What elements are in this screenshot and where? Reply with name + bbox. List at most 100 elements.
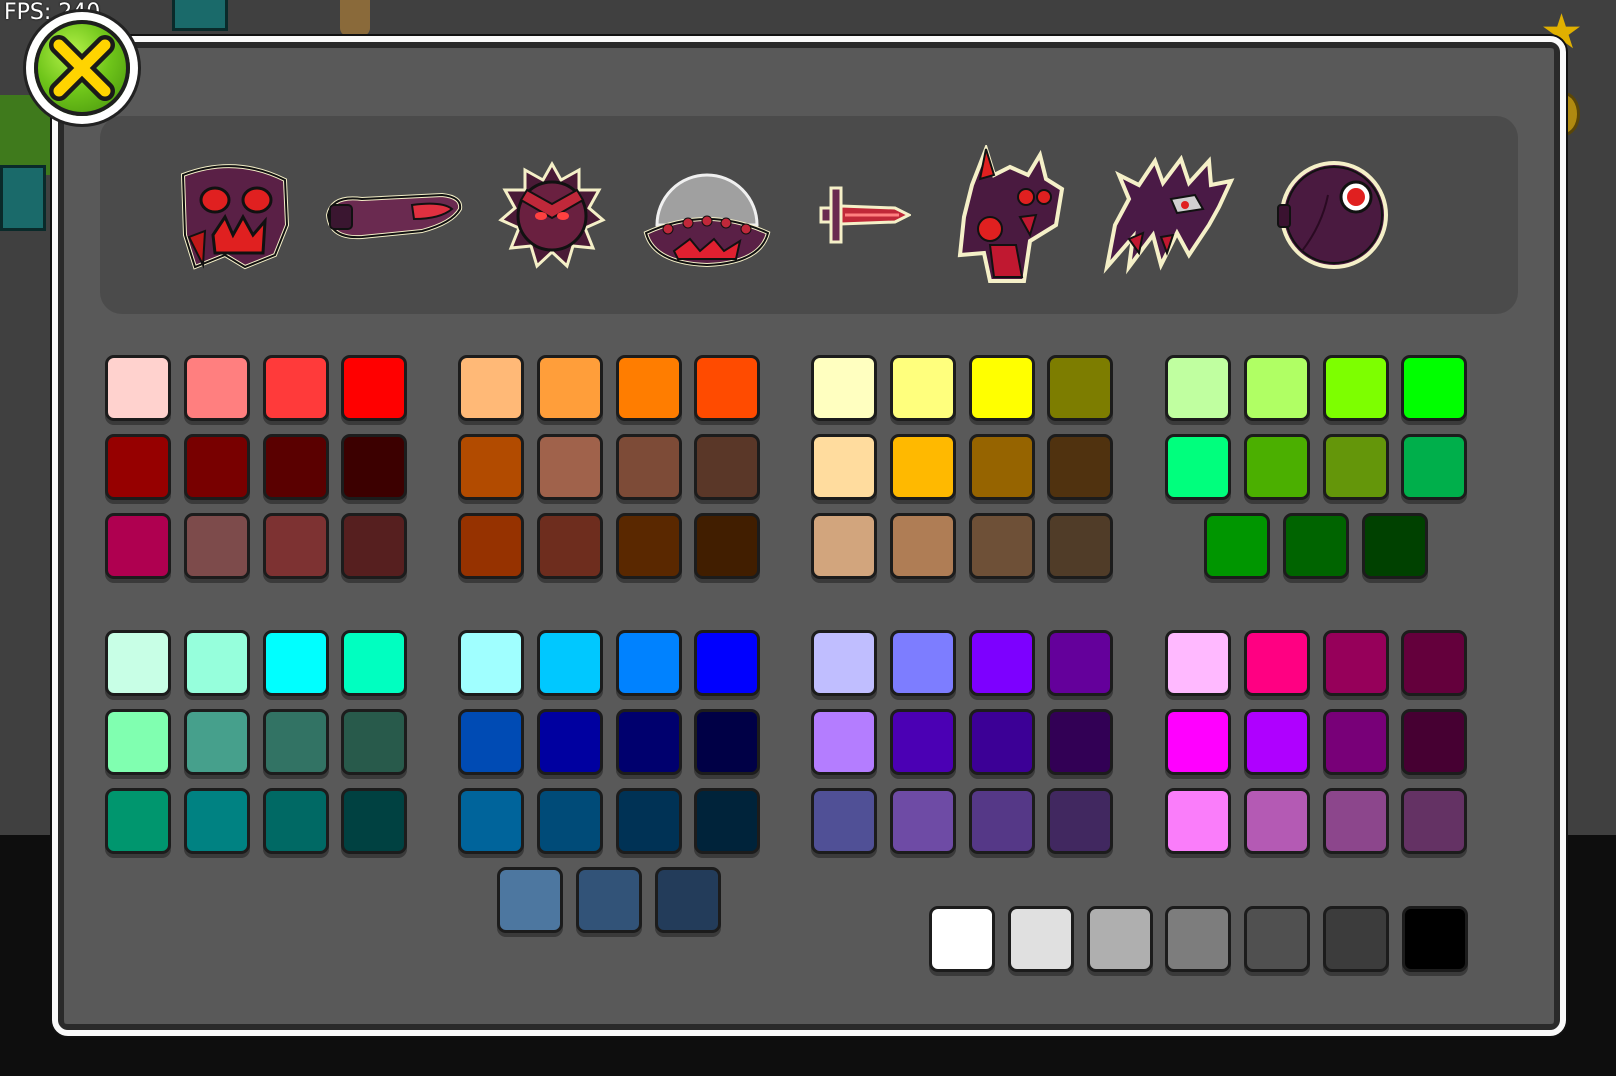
color-swatch[interactable] [1047,630,1114,696]
color-swatch[interactable] [105,355,171,421]
color-swatch[interactable] [1047,788,1114,854]
icon-slot[interactable] [946,116,1074,314]
color-swatch[interactable] [105,709,171,775]
color-swatch[interactable] [694,788,761,854]
color-swatch[interactable] [929,906,995,972]
color-swatch[interactable] [1401,630,1468,696]
color-swatch[interactable] [889,788,956,854]
color-swatch[interactable] [1322,355,1389,421]
color-swatch[interactable] [341,630,408,696]
color-swatch[interactable] [811,709,877,775]
color-swatch[interactable] [1243,434,1310,500]
color-swatch[interactable] [615,434,682,500]
color-swatch[interactable] [536,709,603,775]
color-swatch[interactable] [536,630,603,696]
color-swatch[interactable] [1165,630,1231,696]
color-swatch[interactable] [889,434,956,500]
color-swatch[interactable] [341,434,408,500]
color-swatch[interactable] [105,434,171,500]
color-swatch[interactable] [262,513,329,579]
color-swatch[interactable] [1047,434,1114,500]
color-swatch[interactable] [536,355,603,421]
color-swatch[interactable] [615,355,682,421]
color-swatch[interactable] [105,513,171,579]
color-swatch[interactable] [262,788,329,854]
color-swatch[interactable] [1165,709,1231,775]
color-swatch[interactable] [183,630,250,696]
color-swatch[interactable] [1362,513,1428,579]
color-swatch[interactable] [968,513,1035,579]
color-swatch[interactable] [1047,709,1114,775]
color-swatch[interactable] [889,513,956,579]
color-swatch[interactable] [694,709,761,775]
color-swatch[interactable] [105,630,171,696]
color-swatch[interactable] [341,709,408,775]
color-swatch[interactable] [1401,434,1468,500]
color-swatch[interactable] [889,630,956,696]
color-swatch[interactable] [968,355,1035,421]
color-swatch[interactable] [105,788,171,854]
color-swatch[interactable] [341,513,408,579]
color-swatch[interactable] [1283,513,1350,579]
color-swatch[interactable] [458,434,524,500]
color-swatch[interactable] [536,434,603,500]
color-swatch[interactable] [655,867,721,933]
color-swatch[interactable] [1401,709,1468,775]
color-swatch[interactable] [889,355,956,421]
color-swatch[interactable] [1243,709,1310,775]
icon-slot[interactable] [1270,116,1394,314]
color-swatch[interactable] [183,513,250,579]
color-swatch[interactable] [811,630,877,696]
color-swatch[interactable] [694,434,761,500]
color-swatch[interactable] [458,709,524,775]
color-swatch[interactable] [1401,355,1468,421]
color-swatch[interactable] [968,788,1035,854]
color-swatch[interactable] [1322,434,1389,500]
color-swatch[interactable] [1165,434,1231,500]
color-swatch[interactable] [262,355,329,421]
color-swatch[interactable] [458,630,524,696]
color-swatch[interactable] [183,788,250,854]
color-swatch[interactable] [536,788,603,854]
color-swatch[interactable] [968,709,1035,775]
color-swatch[interactable] [1086,906,1153,972]
color-swatch[interactable] [262,434,329,500]
color-swatch[interactable] [341,788,408,854]
icon-slot[interactable] [1096,116,1242,314]
color-swatch[interactable] [1243,788,1310,854]
color-swatch[interactable] [1323,906,1389,972]
color-swatch[interactable] [615,630,682,696]
color-swatch[interactable] [1401,788,1468,854]
color-swatch[interactable] [694,630,761,696]
color-swatch[interactable] [1165,355,1231,421]
color-swatch[interactable] [615,513,682,579]
color-swatch[interactable] [497,867,564,933]
color-swatch[interactable] [1047,355,1114,421]
color-swatch[interactable] [536,513,603,579]
color-swatch[interactable] [694,513,761,579]
color-swatch[interactable] [458,355,524,421]
color-swatch[interactable] [1322,709,1389,775]
color-swatch[interactable] [458,788,524,854]
color-swatch[interactable] [1322,630,1389,696]
color-swatch[interactable] [811,434,877,500]
color-swatch[interactable] [1244,906,1311,972]
color-swatch[interactable] [889,709,956,775]
color-swatch[interactable] [262,630,329,696]
color-swatch[interactable] [1007,906,1074,972]
color-swatch[interactable] [694,355,761,421]
color-swatch[interactable] [615,709,682,775]
color-swatch[interactable] [341,355,408,421]
color-swatch[interactable] [576,867,643,933]
color-swatch[interactable] [615,788,682,854]
color-swatch[interactable] [811,788,877,854]
icon-slot[interactable] [806,116,916,314]
color-swatch[interactable] [1165,788,1231,854]
color-swatch[interactable] [183,355,250,421]
color-swatch[interactable] [458,513,524,579]
color-swatch[interactable] [183,709,250,775]
color-swatch[interactable] [968,630,1035,696]
color-swatch[interactable] [968,434,1035,500]
color-swatch[interactable] [811,513,877,579]
color-swatch[interactable] [811,355,877,421]
